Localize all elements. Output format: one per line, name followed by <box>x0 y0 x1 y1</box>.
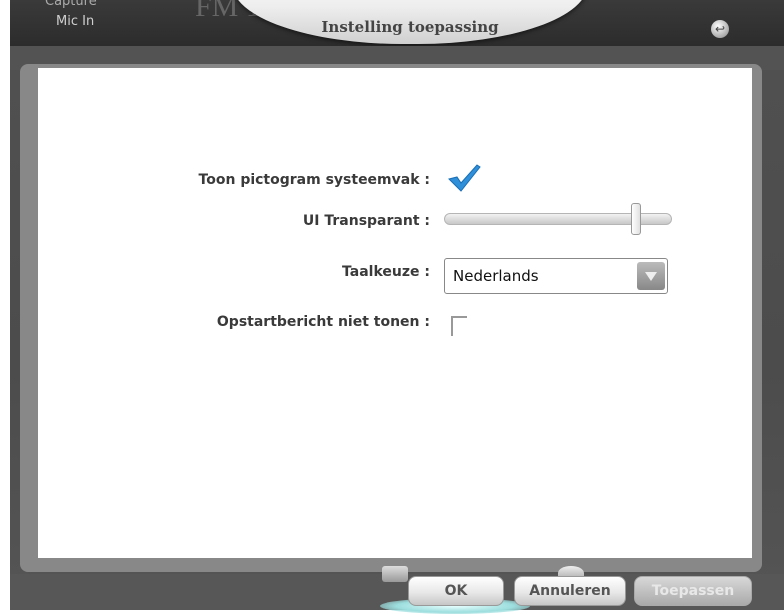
language-label: Taalkeuze : <box>342 264 430 280</box>
toolbar-icon <box>382 566 408 582</box>
tray-icon-checkbox[interactable] <box>447 163 481 193</box>
left-edge <box>0 0 10 610</box>
settings-panel <box>38 68 752 558</box>
capture-label: Capture <box>45 0 97 9</box>
transparency-label: UI Transparant : <box>302 213 430 229</box>
tray-icon-label: Toon pictogram systeemvak : <box>198 172 430 188</box>
ok-button[interactable]: OK <box>408 576 504 606</box>
input-label: Mic In <box>56 14 95 29</box>
language-select[interactable]: Nederlands <box>444 258 668 294</box>
slider-thumb[interactable] <box>631 203 641 235</box>
startup-message-label: Opstartbericht niet tonen : <box>216 314 430 330</box>
checkmark-icon <box>448 164 481 192</box>
apply-button[interactable]: Toepassen <box>634 576 752 606</box>
startup-message-checkbox[interactable] <box>451 316 467 336</box>
dialog-title: Instelling toepassing <box>321 18 499 36</box>
language-select-value: Nederlands <box>453 267 539 285</box>
transparency-slider[interactable] <box>444 203 672 235</box>
close-icon[interactable]: ↩ <box>711 20 729 38</box>
chevron-down-icon[interactable] <box>637 262 665 290</box>
cancel-button[interactable]: Annuleren <box>514 576 626 606</box>
